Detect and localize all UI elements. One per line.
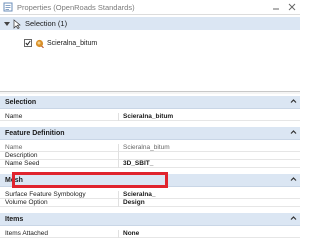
property-name: Name <box>5 113 23 120</box>
chevron-up-icon[interactable] <box>290 98 297 106</box>
section-title: Selection <box>5 98 37 106</box>
property-name: Name <box>5 144 23 151</box>
property-row-volume-option[interactable]: Volume Option Design <box>0 198 300 207</box>
checkmark-icon <box>25 40 31 46</box>
property-value[interactable]: Design <box>118 198 300 207</box>
mesh-element-icon <box>35 39 44 48</box>
property-row-name-seed[interactable]: Name Seed 3D_SBIT_ <box>0 159 300 168</box>
selected-element-row[interactable]: Scieralna_bitum <box>24 37 97 49</box>
property-name: Description <box>5 152 38 159</box>
section-title: Items <box>5 215 24 223</box>
minimize-button[interactable] <box>268 0 284 15</box>
property-value[interactable]: Scieralna_bitum <box>118 112 300 121</box>
panel-splitter[interactable] <box>0 91 300 94</box>
property-name: Volume Option <box>5 199 48 206</box>
volume-option-highlight-box <box>12 172 168 188</box>
element-checkbox[interactable] <box>24 39 32 47</box>
section-selection-header[interactable]: Selection <box>0 96 300 109</box>
selection-count-label: Selection (1) <box>25 19 68 28</box>
property-value[interactable]: Scieralna_bitum <box>118 143 300 152</box>
section-title: Feature Definition <box>5 129 65 137</box>
section-feature-definition-header[interactable]: Feature Definition <box>0 127 300 140</box>
chevron-up-icon[interactable] <box>290 129 297 137</box>
triangle-down-icon[interactable] <box>3 20 11 28</box>
selection-tree-header[interactable]: Selection (1) <box>0 17 300 30</box>
properties-icon <box>3 2 13 12</box>
property-row-name[interactable]: Name Scieralna_bitum <box>0 112 300 121</box>
chevron-up-icon[interactable] <box>290 215 297 223</box>
property-value[interactable]: None <box>118 229 300 238</box>
property-row-items-attached[interactable]: Items Attached None <box>0 229 300 238</box>
element-name: Scieralna_bitum <box>47 39 98 47</box>
close-button[interactable] <box>284 0 300 15</box>
property-name: Items Attached <box>5 230 48 237</box>
close-icon <box>288 3 296 11</box>
property-name: Surface Feature Symbology <box>5 191 86 198</box>
property-grid: Selection Name Scieralna_bitum Feature D… <box>0 96 300 238</box>
window-title: Properties (OpenRoads Standards) <box>17 2 135 12</box>
chevron-up-icon[interactable] <box>290 176 297 184</box>
property-value[interactable] <box>118 151 300 160</box>
cursor-arrow-icon <box>13 18 22 29</box>
property-value[interactable]: Scieralna_ <box>118 190 300 199</box>
property-name: Name Seed <box>5 160 40 167</box>
title-bar: Properties (OpenRoads Standards) <box>0 0 300 15</box>
property-value[interactable]: 3D_SBIT_ <box>118 159 300 168</box>
section-items-header[interactable]: Items <box>0 213 300 226</box>
